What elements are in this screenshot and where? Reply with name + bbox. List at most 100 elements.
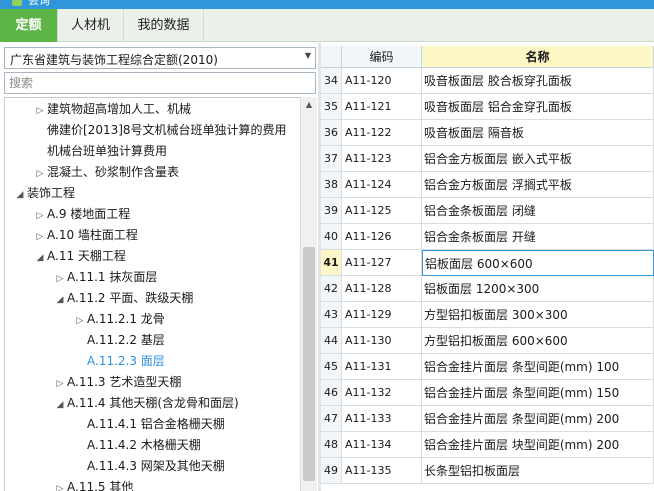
collapsed-arrow-icon[interactable]: ▷: [53, 479, 67, 491]
table-row[interactable]: 44 A11-130 方型铝扣板面层 600×600: [321, 328, 654, 354]
tree-node[interactable]: ▷ A.11.3 艺术造型天棚: [5, 372, 182, 395]
collapsed-arrow-icon[interactable]: ▷: [53, 269, 67, 290]
tree-node[interactable]: ▷ A.11.1 抹灰面层: [5, 267, 158, 290]
tree-node[interactable]: ▷ A.11.5 其他: [5, 477, 134, 491]
collapsed-arrow-icon[interactable]: ▷: [33, 164, 47, 185]
tree-node[interactable]: A.11.2.3 面层: [5, 351, 165, 372]
tree-node[interactable]: ▷ A.11.2.1 龙骨: [5, 309, 165, 330]
table-row[interactable]: 39 A11-125 铝合金条板面层 闭缝: [321, 198, 654, 224]
table-row[interactable]: 37 A11-123 铝合金方板面层 嵌入式平板: [321, 146, 654, 172]
tree-node[interactable]: ◢ A.11.2 平面、跌级天棚: [5, 288, 194, 311]
tree-node[interactable]: 机械台班单独计算费用: [5, 141, 167, 162]
tree-node[interactable]: ▷ 混凝土、砂浆制作含量表: [5, 162, 179, 183]
name-cell[interactable]: 铝合金挂片面层 条型间距(mm) 150: [422, 380, 654, 406]
code-cell[interactable]: A11-122: [342, 120, 422, 146]
code-cell[interactable]: A11-132: [342, 380, 422, 406]
code-cell[interactable]: A11-123: [342, 146, 422, 172]
quota-library-select[interactable]: 广东省建筑与装饰工程综合定额(2010) ▼: [4, 47, 316, 69]
scrollbar-thumb[interactable]: [303, 247, 315, 481]
tree-node[interactable]: ▷ A.9 楼地面工程: [5, 204, 131, 227]
table-row[interactable]: 41 A11-127 铝板面层 600×600: [321, 250, 654, 276]
name-cell[interactable]: 铝合金挂片面层 条型间距(mm) 100: [422, 354, 654, 380]
tab-quota[interactable]: 定额: [0, 9, 58, 42]
header-name[interactable]: 名称: [422, 46, 654, 68]
name-cell[interactable]: 吸音板面层 铝合金穿孔面板: [422, 94, 654, 120]
tab-bar: 定额 人材机 我的数据: [0, 9, 654, 42]
name-cell[interactable]: 方型铝扣板面层 300×300: [422, 302, 654, 328]
chevron-down-icon[interactable]: ▼: [305, 51, 311, 60]
code-cell[interactable]: A11-131: [342, 354, 422, 380]
table-row[interactable]: 42 A11-128 铝板面层 1200×300: [321, 276, 654, 302]
expanded-arrow-icon[interactable]: ◢: [53, 395, 67, 416]
code-cell[interactable]: A11-120: [342, 68, 422, 94]
tree-scrollbar[interactable]: ▲: [300, 97, 317, 491]
tree-node[interactable]: A.11.4.2 木格栅天棚: [5, 435, 201, 456]
search-input[interactable]: [4, 72, 316, 94]
table-row[interactable]: 34 A11-120 吸音板面层 胶合板穿孔面板: [321, 68, 654, 94]
name-cell[interactable]: 吸音板面层 胶合板穿孔面板: [422, 68, 654, 94]
table-row[interactable]: 45 A11-131 铝合金挂片面层 条型间距(mm) 100: [321, 354, 654, 380]
code-cell[interactable]: A11-135: [342, 458, 422, 484]
collapsed-arrow-icon[interactable]: ▷: [73, 311, 87, 332]
tree-node[interactable]: A.11.4.3 网架及其他天棚: [5, 456, 225, 477]
code-cell[interactable]: A11-129: [342, 302, 422, 328]
table-row[interactable]: 38 A11-124 铝合金方板面层 浮搁式平板: [321, 172, 654, 198]
table-row[interactable]: 49 A11-135 长条型铝扣板面层: [321, 458, 654, 484]
table-row[interactable]: 47 A11-133 铝合金挂片面层 条型间距(mm) 200: [321, 406, 654, 432]
table-row[interactable]: 36 A11-122 吸音板面层 隔音板: [321, 120, 654, 146]
name-cell[interactable]: 长条型铝扣板面层: [422, 458, 654, 484]
name-cell[interactable]: 铝合金挂片面层 块型间距(mm) 200: [422, 432, 654, 458]
code-cell[interactable]: A11-130: [342, 328, 422, 354]
tab-labor-material-machine[interactable]: 人材机: [58, 9, 124, 42]
tree-node[interactable]: ◢ A.11.4 其他天棚(含龙骨和面层): [5, 393, 239, 414]
left-panel: 广东省建筑与装饰工程综合定额(2010) ▼ ▷建筑物超高增加人工、机械佛建价[…: [0, 43, 318, 491]
table-row[interactable]: 40 A11-126 铝合金条板面层 开缝: [321, 224, 654, 250]
tree-node-label: A.11.2.3 面层: [87, 354, 165, 368]
name-cell[interactable]: 铝板面层 600×600: [422, 250, 654, 276]
collapsed-arrow-icon[interactable]: ▷: [33, 101, 47, 122]
expanded-arrow-icon[interactable]: ◢: [13, 185, 27, 206]
table-row[interactable]: 46 A11-132 铝合金挂片面层 条型间距(mm) 150: [321, 380, 654, 406]
tree-node[interactable]: ◢ 装饰工程: [5, 183, 75, 204]
tree-node[interactable]: ▷ A.10 墙柱面工程: [5, 225, 138, 246]
tab-my-data[interactable]: 我的数据: [124, 9, 204, 42]
tree-node[interactable]: A.11.4.1 铝合金格栅天棚: [5, 414, 225, 435]
tree-node[interactable]: 佛建价[2013]8号文机械台班单独计算的费用: [5, 120, 287, 141]
expanded-arrow-icon[interactable]: ◢: [53, 290, 67, 311]
header-code[interactable]: 编码: [342, 46, 422, 68]
code-cell[interactable]: A11-124: [342, 172, 422, 198]
table-row[interactable]: 35 A11-121 吸音板面层 铝合金穿孔面板: [321, 94, 654, 120]
code-cell[interactable]: A11-126: [342, 224, 422, 250]
code-cell[interactable]: A11-125: [342, 198, 422, 224]
code-cell[interactable]: A11-121: [342, 94, 422, 120]
collapsed-arrow-icon[interactable]: ▷: [53, 374, 67, 395]
code-cell[interactable]: A11-134: [342, 432, 422, 458]
name-cell[interactable]: 铝板面层 1200×300: [422, 276, 654, 302]
tree-node-label: A.11 天棚工程: [47, 249, 126, 263]
tree-node-label: 混凝土、砂浆制作含量表: [47, 165, 180, 179]
name-cell[interactable]: 吸音板面层 隔音板: [422, 120, 654, 146]
name-cell[interactable]: 方型铝扣板面层 600×600: [422, 328, 654, 354]
tree-node[interactable]: ▷ 建筑物超高增加人工、机械: [5, 99, 191, 120]
scroll-up-icon[interactable]: ▲: [301, 97, 317, 113]
table-row[interactable]: 48 A11-134 铝合金挂片面层 块型间距(mm) 200: [321, 432, 654, 458]
name-cell[interactable]: 铝合金方板面层 浮搁式平板: [422, 172, 654, 198]
expanded-arrow-icon[interactable]: ◢: [33, 248, 47, 269]
code-cell[interactable]: A11-128: [342, 276, 422, 302]
tree-node[interactable]: A.11.2.2 基层: [5, 330, 165, 351]
title-bar: 会询: [0, 0, 654, 9]
code-cell[interactable]: A11-127: [342, 250, 422, 276]
table-row[interactable]: 43 A11-129 方型铝扣板面层 300×300: [321, 302, 654, 328]
row-number: 36: [321, 120, 342, 146]
name-cell[interactable]: 铝合金挂片面层 条型间距(mm) 200: [422, 406, 654, 432]
name-cell[interactable]: 铝合金条板面层 开缝: [422, 224, 654, 250]
row-number: 47: [321, 406, 342, 432]
row-number: 42: [321, 276, 342, 302]
collapsed-arrow-icon[interactable]: ▷: [33, 227, 47, 248]
name-cell[interactable]: 铝合金条板面层 闭缝: [422, 198, 654, 224]
code-cell[interactable]: A11-133: [342, 406, 422, 432]
tree-node[interactable]: ◢ A.11 天棚工程: [5, 246, 126, 267]
collapsed-arrow-icon[interactable]: ▷: [33, 206, 47, 227]
name-cell[interactable]: 铝合金方板面层 嵌入式平板: [422, 146, 654, 172]
tree-node-label: A.11.4.1 铝合金格栅天棚: [87, 417, 225, 431]
